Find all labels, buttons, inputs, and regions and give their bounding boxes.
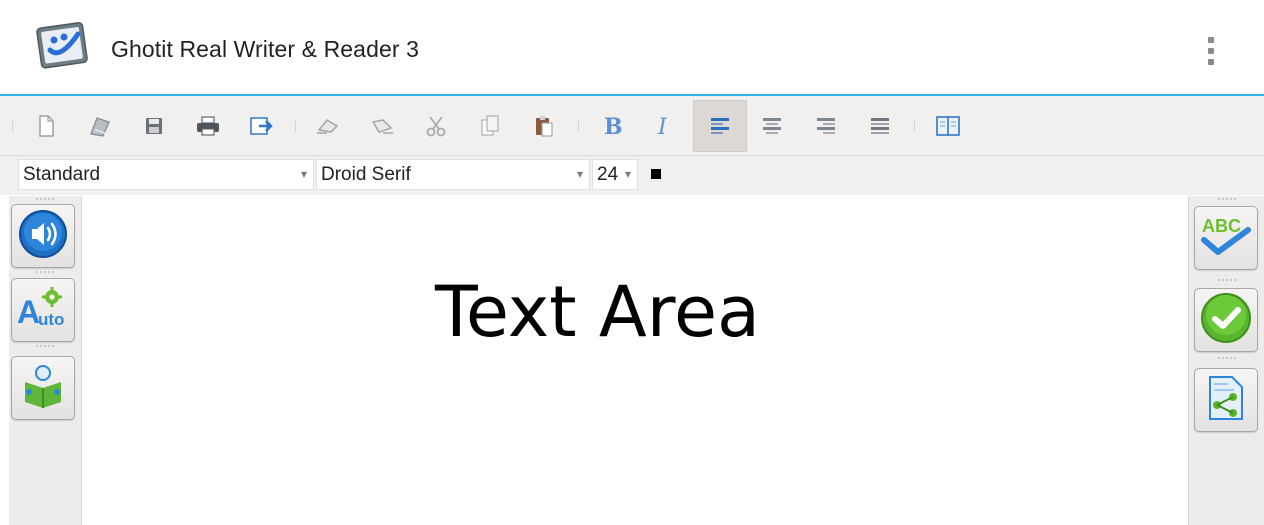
- align-right-icon[interactable]: [802, 100, 850, 152]
- svg-text:uto: uto: [38, 310, 64, 329]
- document-text[interactable]: Text Area: [435, 271, 760, 353]
- spell-check-button[interactable]: ABC: [1194, 206, 1258, 270]
- panel-grip: [1218, 198, 1236, 201]
- panel-grip: [36, 198, 54, 201]
- font-family-select[interactable]: Droid Serif ▾: [316, 159, 590, 190]
- dropdown-arrow-icon: ▾: [624, 167, 631, 181]
- ghotit-logo-icon[interactable]: [34, 20, 94, 70]
- svg-text:I: I: [657, 115, 668, 139]
- dropdown-arrow-icon: ▾: [300, 167, 307, 181]
- speaker-icon: [17, 208, 69, 265]
- panel-grip: [36, 345, 54, 348]
- document-text-area[interactable]: Text Area: [83, 196, 1187, 525]
- paragraph-style-value: Standard: [23, 164, 101, 185]
- open-document-icon[interactable]: [76, 100, 124, 152]
- panel-grip: [36, 271, 54, 274]
- action-bar: Ghotit Real Writer & Reader 3: [0, 0, 1264, 94]
- italic-icon[interactable]: I: [640, 100, 688, 152]
- font-size-value: 24: [597, 164, 619, 185]
- text-color-swatch[interactable]: [651, 169, 661, 179]
- reader-icon: [19, 362, 67, 415]
- dictionary-icon[interactable]: [924, 100, 972, 152]
- undo-icon[interactable]: [304, 100, 352, 152]
- paragraph-style-select[interactable]: Standard ▾: [18, 159, 314, 190]
- font-family-value: Droid Serif: [321, 164, 411, 185]
- svg-text:A: A: [17, 294, 40, 330]
- copy-icon[interactable]: [466, 100, 514, 152]
- format-bar: Standard ▾ Droid Serif ▾ 24 ▾: [0, 156, 1264, 195]
- svg-text:ABC: ABC: [1202, 216, 1241, 236]
- panel-grip: [1218, 357, 1236, 360]
- auto-button[interactable]: A uto: [11, 278, 75, 342]
- print-icon[interactable]: [184, 100, 232, 152]
- align-center-icon[interactable]: [748, 100, 796, 152]
- font-size-select[interactable]: 24 ▾: [592, 159, 638, 190]
- svg-text:B: B: [604, 114, 623, 139]
- editor-toolbar: B I: [0, 96, 1264, 156]
- toolbar-separator: [12, 120, 13, 132]
- save-icon[interactable]: [130, 100, 178, 152]
- right-tool-panel: ABC: [1188, 196, 1264, 525]
- toolbar-separator: [578, 120, 579, 132]
- justify-icon[interactable]: [856, 100, 904, 152]
- align-left-icon[interactable]: [693, 100, 747, 152]
- app-title: Ghotit Real Writer & Reader 3: [111, 36, 419, 62]
- auto-icon: A uto: [16, 283, 70, 338]
- spell-check-abc-icon: ABC: [1198, 210, 1254, 267]
- reader-button[interactable]: [11, 356, 75, 420]
- speaker-button[interactable]: [11, 204, 75, 268]
- cut-icon[interactable]: [412, 100, 460, 152]
- toolbar-separator: [295, 120, 296, 132]
- panel-grip: [1218, 279, 1236, 282]
- confirm-button[interactable]: [1194, 288, 1258, 352]
- bold-icon[interactable]: B: [588, 100, 636, 152]
- share-document-button[interactable]: [1194, 368, 1258, 432]
- redo-icon[interactable]: [358, 100, 406, 152]
- overflow-menu-icon[interactable]: [1196, 30, 1226, 72]
- export-icon[interactable]: [238, 100, 286, 152]
- toolbar-separator: [914, 120, 915, 132]
- dropdown-arrow-icon: ▾: [576, 167, 583, 181]
- share-document-icon: [1204, 374, 1248, 427]
- left-tool-panel: A uto: [9, 196, 82, 525]
- check-icon: [1199, 291, 1253, 350]
- paste-icon[interactable]: [520, 100, 568, 152]
- new-document-icon[interactable]: [22, 100, 70, 152]
